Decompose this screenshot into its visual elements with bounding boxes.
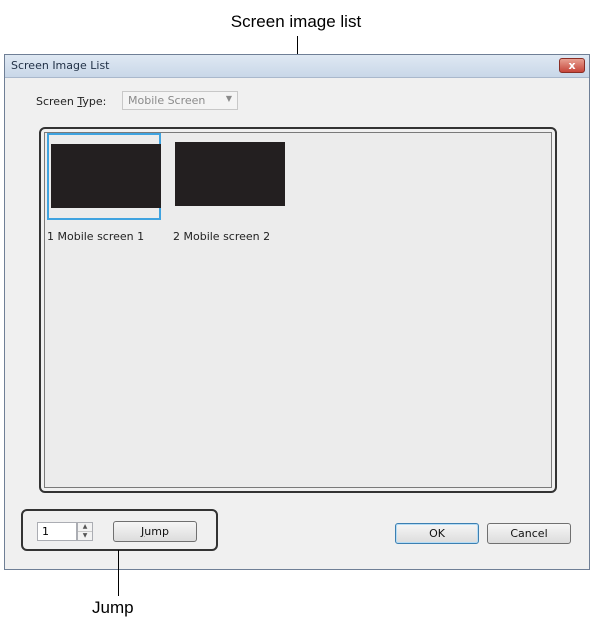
screen-type-value: Mobile Screen [128, 94, 206, 107]
ok-button[interactable]: OK [395, 523, 479, 544]
jump-number-input[interactable]: 1 [37, 522, 77, 541]
screen-type-label: Screen Type: [36, 95, 107, 108]
screen-type-dropdown[interactable]: Mobile Screen ▼ [122, 91, 238, 110]
spin-down-icon[interactable]: ▼ [78, 532, 92, 540]
screen-image-list[interactable]: 1 Mobile screen 1 2 Mobile screen 2 [44, 132, 552, 488]
screen-image-list-highlight: 1 Mobile screen 1 2 Mobile screen 2 [39, 127, 557, 493]
cancel-button-label: Cancel [510, 527, 548, 540]
jump-button[interactable]: Jump [113, 521, 197, 542]
thumbnail-label: 1 Mobile screen 1 [47, 230, 145, 243]
screen-image-list-dialog: Screen Image List x Screen Type: Mobile … [4, 54, 590, 570]
callout-jump: Jump [92, 598, 134, 617]
title-bar[interactable]: Screen Image List x [5, 55, 589, 78]
thumbnail-frame [173, 133, 287, 220]
leader-line-bottom [118, 550, 119, 596]
jump-control-group: 1 ▲ ▼ Jump [21, 509, 218, 551]
cancel-button[interactable]: Cancel [487, 523, 571, 544]
callout-screen-image-list: Screen image list [230, 12, 362, 31]
thumbnail-image [175, 142, 285, 206]
close-button[interactable]: x [559, 58, 585, 73]
thumbnail-selection-frame [47, 133, 161, 220]
jump-spinner[interactable]: ▲ ▼ [77, 522, 93, 541]
ok-button-label: OK [429, 527, 445, 540]
chevron-down-icon: ▼ [225, 94, 232, 103]
thumbnail-label: 2 Mobile screen 2 [173, 230, 271, 243]
jump-button-label: Jump [141, 525, 169, 538]
close-icon: x [568, 59, 576, 72]
thumbnail-image [51, 144, 161, 208]
dialog-title: Screen Image List [11, 59, 110, 72]
spin-up-icon[interactable]: ▲ [78, 523, 92, 532]
